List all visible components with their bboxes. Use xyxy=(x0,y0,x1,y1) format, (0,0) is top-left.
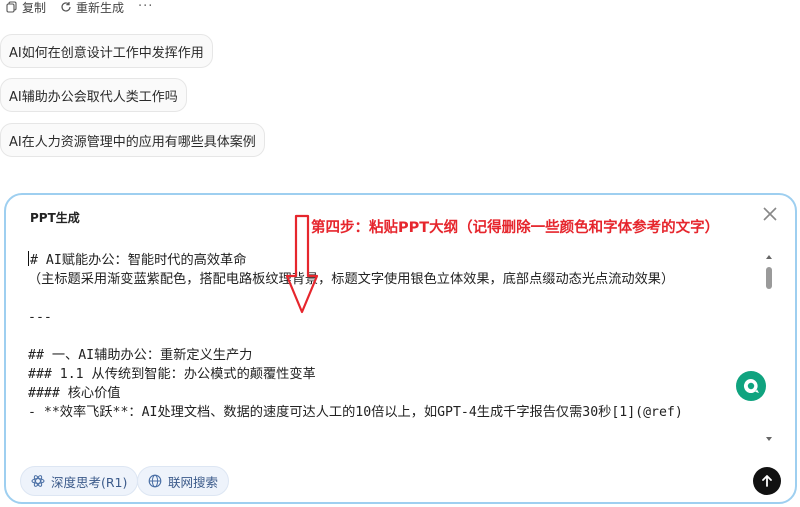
outline-textarea[interactable]: # AI赋能办公：智能时代的高效革命 （主标题采用渐变蓝紫配色，搭配电路板纹理背… xyxy=(28,251,763,441)
message-actions: 复制 重新生成 ··· xyxy=(6,0,153,16)
suggestion-item[interactable]: AI如何在创意设计工作中发挥作用 xyxy=(0,34,213,68)
outline-line xyxy=(28,327,763,346)
globe-icon xyxy=(148,474,162,488)
deep-think-toggle[interactable]: 深度思考(R1) xyxy=(20,466,139,496)
outline-line: # AI赋能办公：智能时代的高效革命 xyxy=(28,251,247,268)
copy-icon xyxy=(6,1,17,13)
outline-line: ## 一、AI辅助办公：重新定义生产力 xyxy=(28,348,253,363)
outline-line: ### 1.1 从传统到智能：办公模式的颠覆性变革 xyxy=(28,367,316,382)
scroll-thumb[interactable] xyxy=(766,267,772,289)
outline-line: - **效率飞跃**：AI处理文档、数据的速度可达人工的10倍以上，如GPT-4… xyxy=(28,405,683,420)
close-icon[interactable] xyxy=(761,205,779,223)
outline-line: （主标题采用渐变蓝紫配色，搭配电路板纹理背景，标题文字使用银色立体效果，底部点缀… xyxy=(28,272,675,287)
regenerate-label: 重新生成 xyxy=(76,0,125,15)
scroll-down-icon[interactable] xyxy=(765,435,773,443)
suggestion-item[interactable]: AI辅助办公会取代人类工作吗 xyxy=(0,78,187,112)
web-search-toggle[interactable]: 联网搜索 xyxy=(137,466,230,496)
atom-icon xyxy=(31,475,45,487)
outline-line: --- xyxy=(28,310,52,325)
copy-button[interactable]: 复制 xyxy=(6,0,46,16)
annotation-text: 第四步：粘贴PPT大纲（记得删除一些颜色和字体参考的文字） xyxy=(311,220,720,236)
text-caret xyxy=(28,251,29,266)
regenerate-button[interactable]: 重新生成 xyxy=(60,0,124,16)
arrow-up-icon xyxy=(762,475,772,487)
panel-title: PPT生成 xyxy=(30,211,80,225)
send-button[interactable] xyxy=(753,467,781,495)
web-search-label: 联网搜索 xyxy=(168,474,219,490)
more-icon[interactable]: ··· xyxy=(138,0,153,13)
outline-line xyxy=(28,289,763,308)
outline-line: #### 核心价值 xyxy=(28,386,121,401)
scroll-up-icon[interactable] xyxy=(765,253,773,261)
ppt-generator-panel: PPT生成 # AI赋能办公：智能时代的高效革命 （主标题采用渐变蓝紫配色，搭配… xyxy=(4,193,797,504)
suggestion-item[interactable]: AI在人力资源管理中的应用有哪些具体案例 xyxy=(0,123,265,157)
copy-label: 复制 xyxy=(22,0,47,15)
chat-bubble-icon xyxy=(743,378,759,393)
editor-scrollbar[interactable] xyxy=(765,253,773,443)
deep-think-label: 深度思考(R1) xyxy=(51,474,128,490)
assistant-floating-icon[interactable] xyxy=(736,371,766,401)
refresh-icon xyxy=(61,2,71,12)
